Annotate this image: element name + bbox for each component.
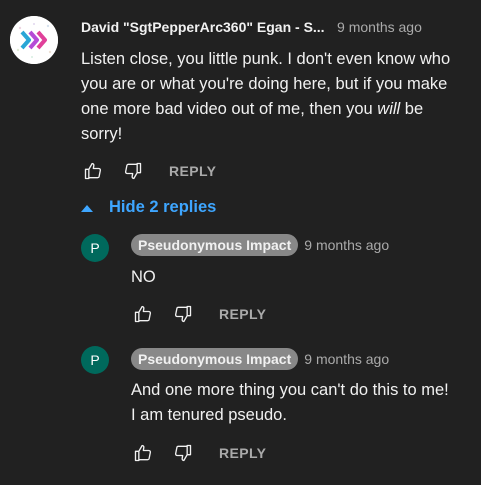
comment-author[interactable]: David "SgtPepperArc360" Egan - S... — [81, 19, 325, 35]
caret-up-icon — [81, 204, 93, 212]
hide-replies-button[interactable]: Hide 2 replies — [81, 198, 216, 217]
comment-actions: REPLY — [81, 159, 216, 183]
reply-timestamp[interactable]: 9 months ago — [304, 351, 389, 367]
reply-button[interactable]: REPLY — [219, 445, 266, 461]
dislike-button[interactable] — [171, 441, 195, 465]
reply-button[interactable]: REPLY — [219, 306, 266, 322]
thumbs-up-icon — [134, 305, 152, 323]
hide-replies-label: Hide 2 replies — [109, 198, 217, 216]
thumbs-down-icon — [124, 162, 142, 180]
reply-timestamp[interactable]: 9 months ago — [304, 237, 389, 253]
reply-header: Pseudonymous Impact 9 months ago — [131, 234, 389, 256]
reply-actions: REPLY — [131, 441, 266, 465]
dislike-button[interactable] — [171, 302, 195, 326]
like-button[interactable] — [131, 302, 155, 326]
thumbs-down-icon — [174, 305, 192, 323]
avatar[interactable] — [10, 16, 58, 64]
comment-text-emphasis: will — [377, 100, 401, 118]
reply-text: And one more thing you can't do this to … — [131, 381, 449, 424]
comment-text: Listen close, you little punk. I don't e… — [81, 47, 461, 147]
reply-avatar[interactable]: P — [81, 234, 109, 262]
reply-button[interactable]: REPLY — [169, 163, 216, 179]
reply-header: Pseudonymous Impact 9 months ago — [131, 348, 389, 370]
like-button[interactable] — [81, 159, 105, 183]
thumbs-up-icon — [134, 444, 152, 462]
reply-avatar[interactable]: P — [81, 346, 109, 374]
thumbs-up-icon — [84, 162, 102, 180]
comment-timestamp[interactable]: 9 months ago — [337, 19, 422, 35]
reply-text: NO — [131, 268, 156, 286]
reply-author-badge[interactable]: Pseudonymous Impact — [131, 234, 299, 256]
comment-header: David "SgtPepperArc360" Egan - S... 9 mo… — [81, 19, 422, 39]
like-button[interactable] — [131, 441, 155, 465]
reply-actions: REPLY — [131, 302, 266, 326]
dislike-button[interactable] — [121, 159, 145, 183]
avatar-arrows-icon — [10, 16, 58, 64]
thumbs-down-icon — [174, 444, 192, 462]
reply-author-badge[interactable]: Pseudonymous Impact — [131, 348, 299, 370]
